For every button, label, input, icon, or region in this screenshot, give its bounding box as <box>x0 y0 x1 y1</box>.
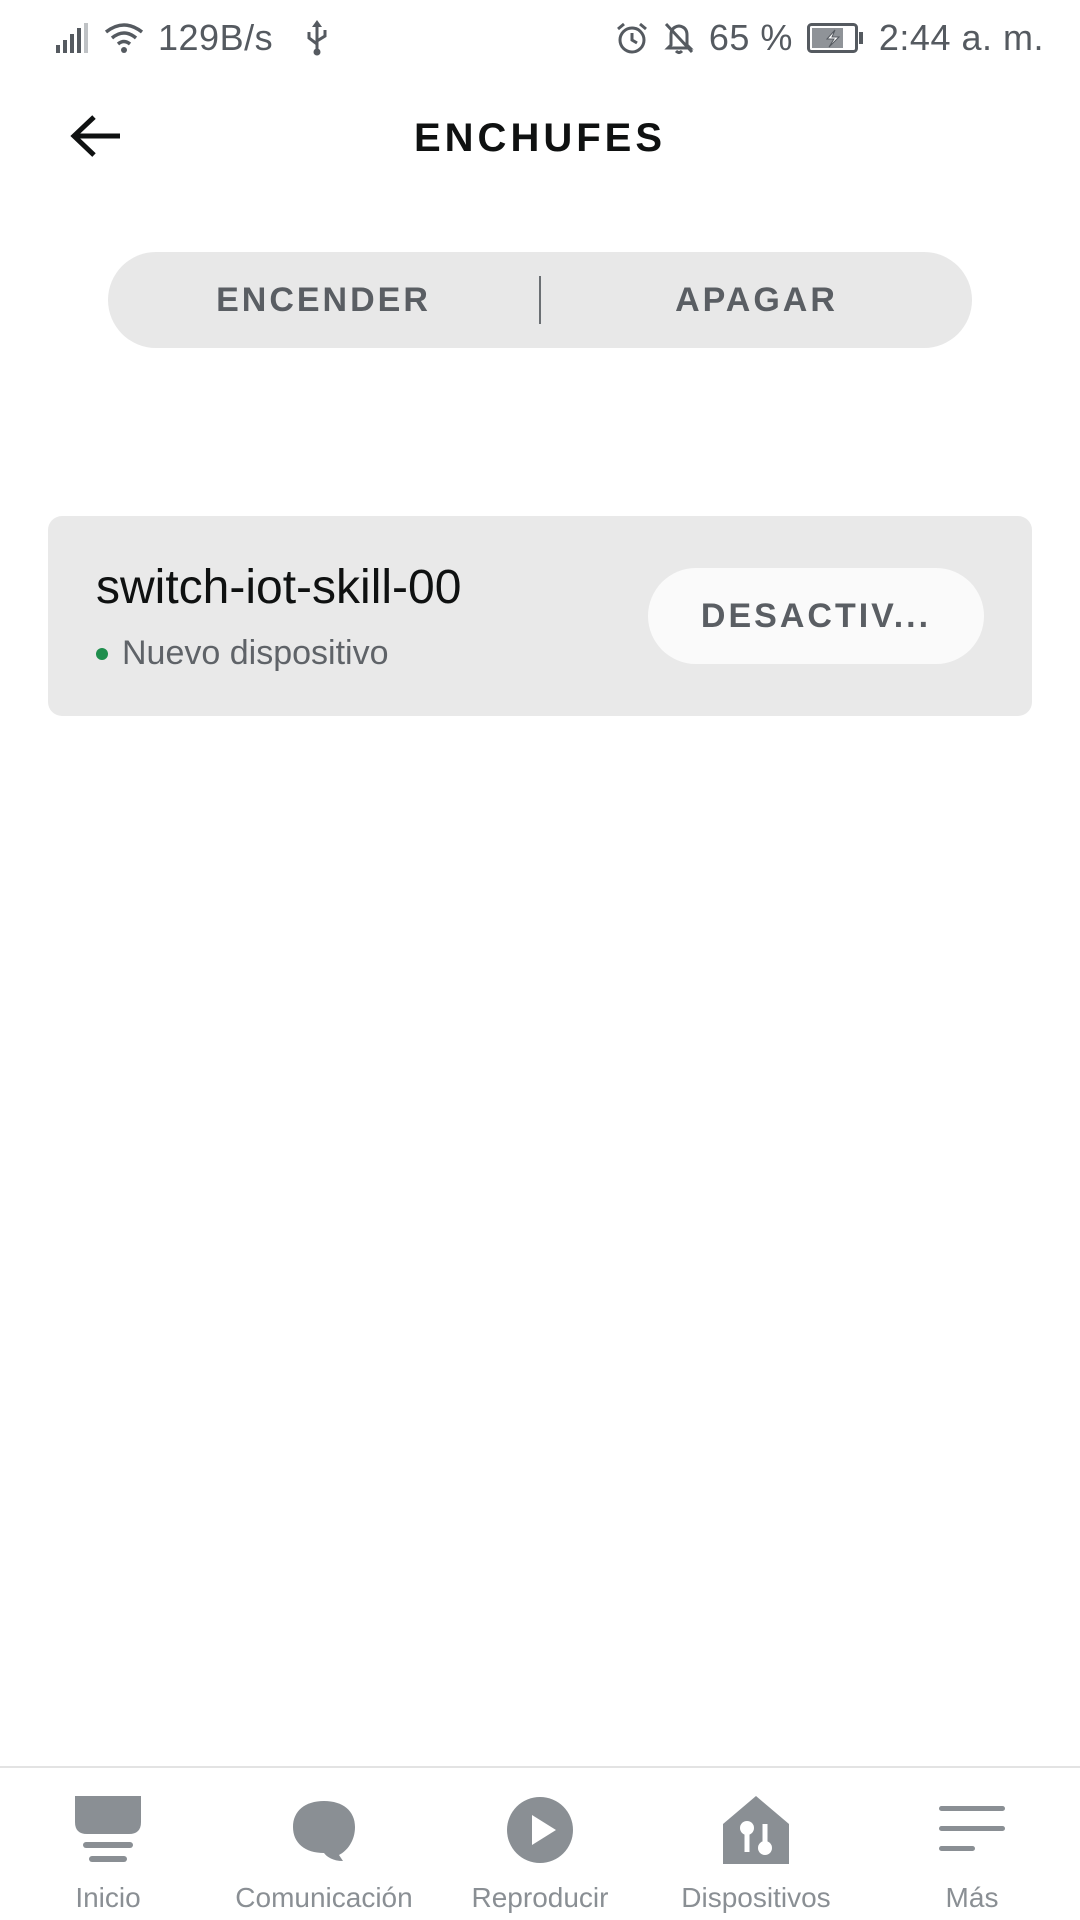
nav-label-inicio: Inicio <box>75 1882 141 1913</box>
nav-label-dispositivos: Dispositivos <box>681 1882 831 1913</box>
chat-bubble-icon <box>284 1790 364 1870</box>
turn-on-all-button[interactable]: ENCENDER <box>108 252 539 348</box>
nav-item-mas[interactable]: Más <box>864 1768 1080 1920</box>
device-name: switch-iot-skill-00 <box>96 561 462 614</box>
nav-label-reproducir: Reproducir <box>471 1882 609 1913</box>
power-segmented-control: ENCENDER APAGAR <box>108 252 972 348</box>
screen: 129B/s 65 % 2:44 a. m. ENCHUFES ENCENDER… <box>0 0 1080 1920</box>
devices-house-icon <box>716 1790 796 1870</box>
battery-icon <box>806 23 865 53</box>
alarm-icon <box>615 21 649 55</box>
status-bar-left: 129B/s <box>56 17 329 59</box>
turn-off-all-button[interactable]: APAGAR <box>541 252 972 348</box>
usb-icon <box>305 20 329 56</box>
bottom-nav: Inicio Comunicación Reproducir Dispositi… <box>0 1766 1080 1920</box>
play-icon <box>500 1790 580 1870</box>
bell-off-icon <box>663 21 695 55</box>
home-icon <box>68 1790 148 1870</box>
battery-percent: 65 % <box>708 17 793 58</box>
device-card[interactable]: switch-iot-skill-00 Nuevo dispositivo DE… <box>48 516 1032 716</box>
clock: 2:44 a. m. <box>878 17 1044 58</box>
network-speed: 129B/s <box>158 17 274 58</box>
nav-item-dispositivos[interactable]: Dispositivos <box>648 1768 864 1920</box>
status-bar-right: 65 % 2:44 a. m. <box>615 17 1044 59</box>
signal-icon <box>56 23 90 53</box>
device-status: Nuevo dispositivo <box>96 634 388 673</box>
page-title: ENCHUFES <box>413 116 667 160</box>
nav-item-comunicacion[interactable]: Comunicación <box>216 1768 432 1920</box>
device-status-label: Nuevo dispositivo <box>122 634 389 672</box>
nav-label-mas: Más <box>945 1882 999 1913</box>
status-bar: 129B/s 65 % 2:44 a. m. <box>0 0 1080 76</box>
nav-item-reproducir[interactable]: Reproducir <box>432 1768 648 1920</box>
menu-icon <box>932 1790 1012 1870</box>
nav-label-comunicacion: Comunicación <box>235 1882 413 1913</box>
nav-item-inicio[interactable]: Inicio <box>0 1768 216 1920</box>
wifi-icon <box>104 22 144 54</box>
header: ENCHUFES <box>0 90 1080 186</box>
deactivate-button[interactable]: DESACTIV... <box>648 568 984 664</box>
status-dot-icon <box>96 647 108 660</box>
